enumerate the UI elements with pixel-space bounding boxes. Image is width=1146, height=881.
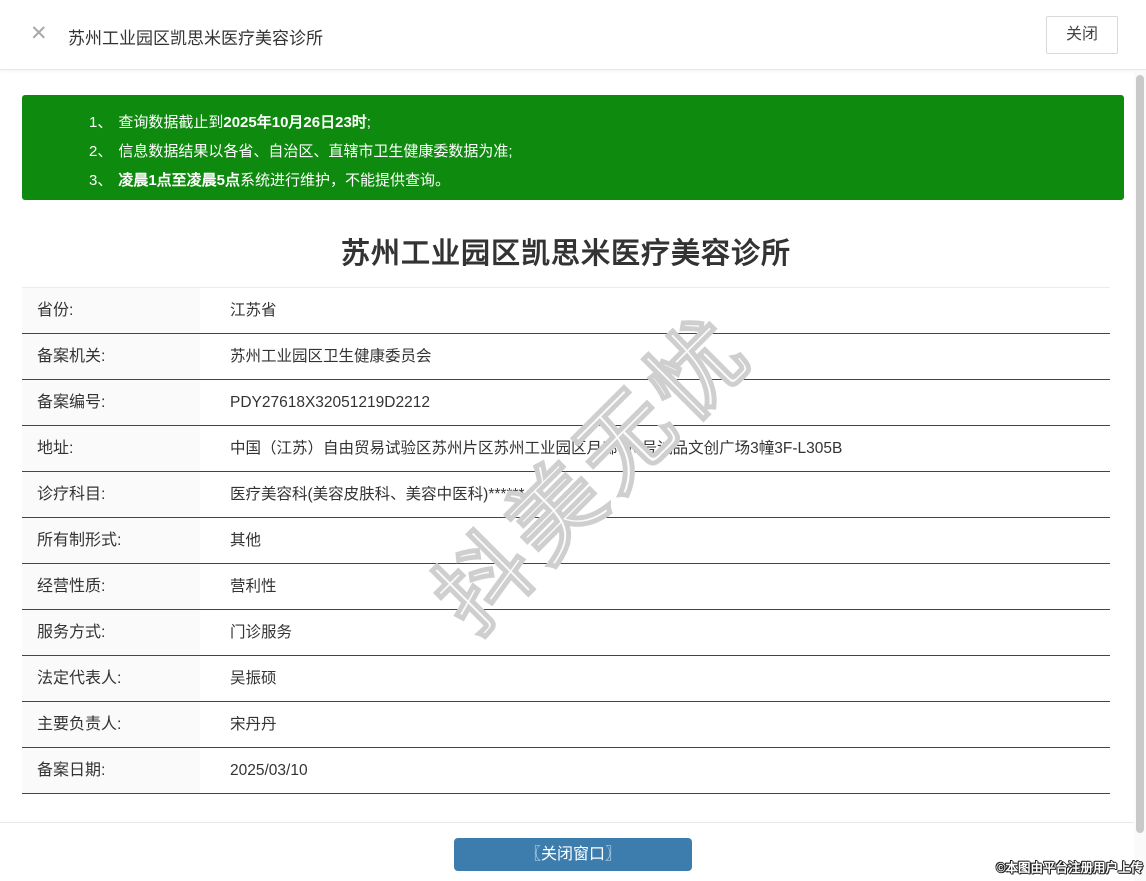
table-row: 主要负责人: 宋丹丹 — [22, 702, 1110, 748]
scrollbar-track[interactable] — [1134, 71, 1146, 881]
bottom-divider — [0, 822, 1146, 823]
scrollbar-thumb[interactable] — [1136, 75, 1144, 833]
row-value: 宋丹丹 — [230, 716, 277, 733]
notice-text: 系统进行维护，不能提供查询。 — [240, 172, 451, 189]
row-label: 法定代表人: — [22, 656, 200, 701]
row-label: 诊疗科目: — [22, 472, 200, 517]
notice-item-number: 2、 — [89, 143, 113, 160]
notice-text: ; — [366, 114, 371, 131]
row-label: 经营性质: — [22, 564, 200, 609]
notice-text: 信息数据结果以各省、自治区、直辖市卫生健康委数据为准; — [118, 143, 513, 160]
row-value: 2025/03/10 — [230, 762, 308, 779]
row-label: 省份: — [22, 288, 200, 333]
row-value: PDY27618X32051219D2212 — [230, 394, 430, 411]
notice-text-bold: 2025年10月26日23时 — [223, 114, 367, 131]
table-row: 所有制形式: 其他 — [22, 518, 1110, 564]
page-title: 苏州工业园区凯思米医疗美容诊所 — [340, 238, 791, 270]
row-value: 中国（江苏）自由贸易试验区苏州片区苏州工业园区月廊街8号诚品文创广场3幢3F-L… — [230, 440, 843, 457]
close-x-icon[interactable]: ✕ — [30, 22, 48, 46]
notice-item-number: 3、 — [89, 172, 113, 189]
close-button[interactable]: 关闭 — [1046, 16, 1118, 54]
window-title: 苏州工业园区凯思米医疗美容诊所 — [68, 29, 323, 48]
table-row: 诊疗科目: 医疗美容科(美容皮肤科、美容中医科)****** — [22, 472, 1110, 518]
table-row: 地址: 中国（江苏）自由贸易试验区苏州片区苏州工业园区月廊街8号诚品文创广场3幢… — [22, 426, 1110, 472]
row-value: 苏州工业园区卫生健康委员会 — [230, 348, 432, 365]
notice-item-number: 1、 — [89, 114, 113, 131]
row-label: 备案日期: — [22, 748, 200, 793]
corner-watermark: ©本图由平台注册用户上传 — [996, 861, 1143, 875]
row-label: 备案编号: — [22, 380, 200, 425]
table-row: 经营性质: 营利性 — [22, 564, 1110, 610]
notice-text-bold: 凌晨1点至凌晨5点 — [118, 172, 241, 189]
table-row: 备案机关: 苏州工业园区卫生健康委员会 — [22, 334, 1110, 380]
table-row: 省份: 江苏省 — [22, 288, 1110, 334]
row-value: 江苏省 — [230, 302, 277, 319]
row-label: 备案机关: — [22, 334, 200, 379]
row-label: 所有制形式: — [22, 518, 200, 563]
table-row: 法定代表人: 吴振硕 — [22, 656, 1110, 702]
notice-item-3: 3、 凌晨1点至凌晨5点系统进行维护，不能提供查询。 — [89, 166, 1104, 195]
notice-text: 查询数据截止到 — [118, 114, 224, 131]
table-row: 备案编号: PDY27618X32051219D2212 — [22, 380, 1110, 426]
row-value: 营利性 — [230, 578, 277, 595]
table-row: 服务方式: 门诊服务 — [22, 610, 1110, 656]
header-bar: ✕ 苏州工业园区凯思米医疗美容诊所 关闭 — [0, 0, 1146, 70]
row-label: 地址: — [22, 426, 200, 471]
notice-item-1: 1、 查询数据截止到2025年10月26日23时; — [89, 108, 1104, 137]
detail-table: 省份: 江苏省 备案机关: 苏州工业园区卫生健康委员会 备案编号: PDY276… — [22, 287, 1110, 794]
table-row: 备案日期: 2025/03/10 — [22, 748, 1110, 794]
row-value: 门诊服务 — [230, 624, 293, 641]
close-window-button[interactable]: 〖关闭窗口〗 — [454, 838, 692, 871]
row-value: 吴振硕 — [230, 670, 277, 687]
row-label: 服务方式: — [22, 610, 200, 655]
notice-banner: 1、 查询数据截止到2025年10月26日23时; 2、 信息数据结果以各省、自治区… — [22, 95, 1124, 200]
row-value: 医疗美容科(美容皮肤科、美容中医科)****** — [230, 486, 525, 503]
notice-item-2: 2、 信息数据结果以各省、自治区、直辖市卫生健康委数据为准; — [89, 137, 1104, 166]
row-label: 主要负责人: — [22, 702, 200, 747]
row-value: 其他 — [230, 532, 262, 549]
